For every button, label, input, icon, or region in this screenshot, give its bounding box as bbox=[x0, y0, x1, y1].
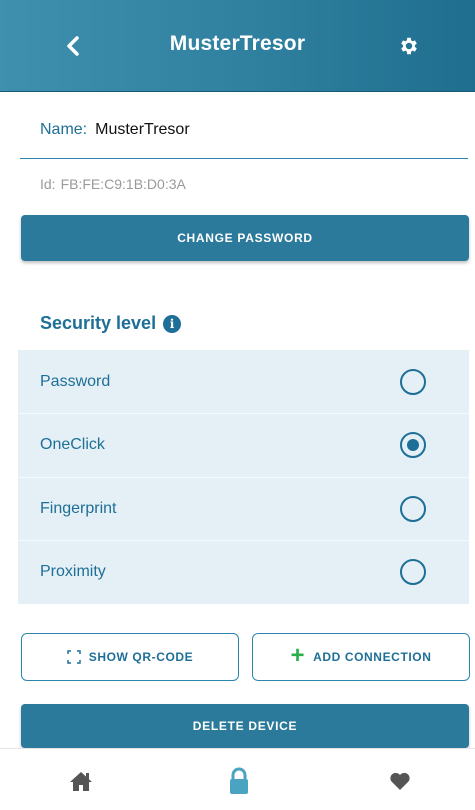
delete-device-button[interactable]: DELETE DEVICE bbox=[21, 704, 469, 748]
info-icon[interactable]: i bbox=[163, 314, 182, 333]
id-value: FB:FE:C9:1B:D0:3A bbox=[60, 176, 186, 192]
settings-button[interactable] bbox=[392, 30, 426, 62]
radio-fingerprint[interactable] bbox=[400, 496, 426, 522]
plus-icon: + bbox=[290, 642, 306, 669]
add-connection-label: ADD CONNECTION bbox=[313, 650, 432, 664]
option-label: Proximity bbox=[40, 563, 106, 580]
nav-home[interactable] bbox=[61, 763, 101, 799]
option-label: OneClick bbox=[40, 436, 105, 453]
qr-scan-icon bbox=[66, 650, 81, 664]
option-label: Fingerprint bbox=[40, 500, 117, 517]
security-option-proximity[interactable]: Proximity bbox=[18, 540, 469, 603]
id-label: Id: bbox=[40, 176, 56, 192]
security-option-fingerprint[interactable]: Fingerprint bbox=[18, 477, 469, 540]
option-label: Password bbox=[40, 372, 111, 390]
nav-favorites[interactable] bbox=[380, 763, 420, 799]
bottom-nav bbox=[0, 748, 475, 810]
lock-icon bbox=[230, 767, 248, 794]
show-qr-code-button[interactable]: SHOW QR-CODE bbox=[21, 633, 239, 681]
security-options: Password OneClick Fingerprint Proximity bbox=[18, 350, 469, 604]
gear-icon bbox=[401, 37, 417, 55]
add-connection-button[interactable]: + ADD CONNECTION bbox=[252, 633, 470, 681]
heart-icon bbox=[390, 772, 410, 790]
security-option-password[interactable]: Password bbox=[18, 350, 469, 413]
radio-oneclick[interactable] bbox=[400, 432, 426, 458]
radio-password[interactable] bbox=[400, 368, 426, 395]
security-level-heading: Security level i bbox=[40, 313, 182, 334]
name-value[interactable]: MusterTresor bbox=[95, 121, 190, 139]
change-password-button[interactable]: CHANGE PASSWORD bbox=[21, 215, 469, 261]
device-id: Id: FB:FE:C9:1B:D0:3A bbox=[40, 176, 186, 192]
security-level-title: Security level bbox=[40, 313, 157, 333]
name-label: Name: bbox=[40, 121, 88, 138]
radio-proximity[interactable] bbox=[400, 559, 426, 585]
name-field[interactable]: Name: MusterTresor bbox=[40, 117, 460, 143]
app-header: MusterTresor bbox=[0, 0, 475, 92]
name-field-underline bbox=[20, 158, 468, 159]
nav-lock[interactable] bbox=[219, 763, 259, 799]
home-icon bbox=[70, 772, 92, 791]
security-option-oneclick[interactable]: OneClick bbox=[18, 413, 469, 476]
show-qr-code-label: SHOW QR-CODE bbox=[88, 650, 194, 664]
